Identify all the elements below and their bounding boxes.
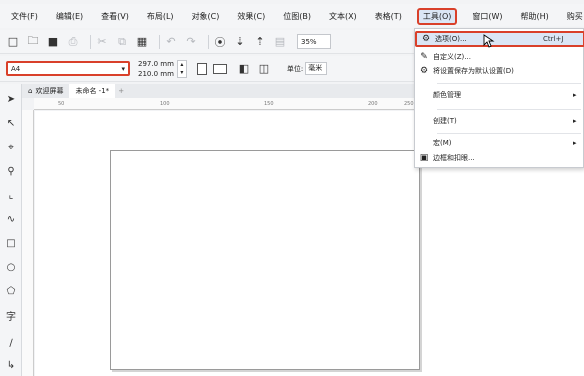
document-page[interactable] bbox=[110, 150, 420, 370]
menu-item-border-grommet[interactable]: ▣ 边框和扣眼... bbox=[415, 150, 584, 166]
publish-pdf-icon[interactable]: ▤ bbox=[273, 35, 287, 49]
chevron-right-icon: ▸ bbox=[573, 139, 577, 147]
menu-bitmaps[interactable]: 位图(B) bbox=[280, 9, 314, 24]
menu-bar: 文件(F) 编辑(E) 查看(V) 布局(L) 对象(C) 效果(C) 位图(B… bbox=[0, 4, 584, 28]
border-grommet-icon: ▣ bbox=[419, 153, 429, 163]
redo-icon[interactable]: ↷ bbox=[184, 35, 198, 49]
menu-item-save-defaults[interactable]: ⚙ 将设置保存为默认设置(D) bbox=[415, 63, 584, 79]
ruler-tick: 250 bbox=[404, 101, 414, 107]
search-content-icon[interactable]: ⦿ bbox=[213, 35, 227, 49]
ruler-tick: 200 bbox=[368, 101, 378, 107]
menu-effects[interactable]: 效果(C) bbox=[234, 9, 268, 24]
all-pages-icon[interactable]: ◧ bbox=[237, 62, 251, 76]
mouse-cursor-icon bbox=[483, 34, 495, 48]
portrait-icon[interactable] bbox=[196, 62, 207, 75]
toolbar-divider bbox=[208, 34, 209, 49]
artistic-media-icon[interactable]: ∿ bbox=[4, 212, 18, 226]
ruler-tick: 100 bbox=[160, 101, 170, 107]
menu-item-create[interactable]: 创建(T) ▸ bbox=[415, 113, 584, 129]
shape-tool-icon[interactable]: ↖ bbox=[4, 116, 18, 130]
menu-table[interactable]: 表格(T) bbox=[372, 9, 405, 24]
menu-item-label: 宏(M) bbox=[433, 139, 452, 147]
paste-icon[interactable]: ▦ bbox=[135, 35, 149, 49]
landscape-icon[interactable] bbox=[212, 63, 227, 74]
text-tool-icon[interactable]: 字 bbox=[4, 308, 18, 323]
add-tab-icon[interactable]: + bbox=[115, 87, 127, 95]
menu-item-label: 自定义(Z)... bbox=[433, 53, 471, 61]
menu-help[interactable]: 帮助(H) bbox=[518, 9, 552, 24]
ellipse-tool-icon[interactable]: ○ bbox=[4, 260, 18, 274]
export-icon[interactable]: ⇡ bbox=[253, 35, 267, 49]
paper-size-select[interactable]: A4 ▾ bbox=[6, 61, 130, 76]
gear-icon: ⚙ bbox=[421, 34, 431, 44]
menu-item-label: 将设置保存为默认设置(D) bbox=[433, 67, 514, 75]
parallel-dimension-icon[interactable]: ∕ bbox=[4, 336, 18, 350]
chevron-right-icon: ▸ bbox=[573, 91, 577, 99]
chevron-down-icon: ▾ bbox=[121, 64, 125, 73]
menu-file[interactable]: 文件(F) bbox=[8, 9, 41, 24]
dimension-spinner[interactable]: ▴ ▾ bbox=[176, 59, 187, 78]
zoom-tool-icon[interactable]: ⚲ bbox=[4, 164, 18, 178]
ruler-tick: 150 bbox=[264, 101, 274, 107]
paper-size-value: A4 bbox=[11, 64, 21, 73]
app-window: 文件(F) 编辑(E) 查看(V) 布局(L) 对象(C) 效果(C) 位图(B… bbox=[0, 0, 584, 376]
page-width-field[interactable]: 297.0 mm bbox=[138, 59, 174, 69]
menu-object[interactable]: 对象(C) bbox=[189, 9, 223, 24]
unit-label: 单位: bbox=[286, 64, 304, 73]
connector-tool-icon[interactable]: ↳ bbox=[4, 358, 18, 372]
page-height-field[interactable]: 210.0 mm bbox=[138, 69, 174, 79]
menu-edit[interactable]: 编辑(E) bbox=[53, 9, 86, 24]
toolbar-divider bbox=[90, 34, 91, 49]
menu-item-label: 创建(T) bbox=[433, 117, 457, 125]
ruler-tick: 50 bbox=[58, 101, 65, 107]
copy-icon[interactable]: ⧉ bbox=[115, 35, 129, 49]
menu-text[interactable]: 文本(X) bbox=[326, 9, 360, 24]
print-icon[interactable]: ⎙ bbox=[66, 35, 80, 49]
settings-save-icon: ⚙ bbox=[419, 66, 429, 76]
menu-divider bbox=[437, 83, 581, 84]
home-icon: ⌂ bbox=[28, 87, 33, 95]
shortcut-label: Ctrl+J bbox=[543, 35, 564, 43]
customize-icon: ✎ bbox=[420, 52, 428, 62]
menu-window[interactable]: 窗口(W) bbox=[469, 9, 505, 24]
menu-layout[interactable]: 布局(L) bbox=[144, 9, 177, 24]
tab-label: 欢迎屏幕 bbox=[35, 87, 64, 95]
menu-divider bbox=[437, 109, 581, 110]
menu-divider bbox=[437, 133, 581, 134]
import-icon[interactable]: ⇣ bbox=[233, 35, 247, 49]
toolbar-divider bbox=[159, 34, 160, 49]
menu-item-options[interactable]: ⚙ 选项(O)... Ctrl+J bbox=[415, 31, 584, 47]
new-document-icon[interactable]: □ bbox=[6, 35, 20, 49]
tools-menu-dropdown: ⚙ 选项(O)... Ctrl+J ✎ 自定义(Z)... ⚙ 将设置保存为默认… bbox=[414, 28, 584, 168]
rectangle-tool-icon[interactable]: □ bbox=[4, 236, 18, 250]
tab-label: 未命名 -1* bbox=[75, 87, 110, 95]
zoom-level-field[interactable]: 35% bbox=[297, 34, 331, 49]
tab-untitled[interactable]: 未命名 -1* bbox=[69, 84, 116, 98]
menu-item-macros[interactable]: 宏(M) ▸ bbox=[415, 135, 584, 151]
toolbox: ➤ ↖ ⌖ ⚲ ⌞ ∿ □ ○ ⬠ 字 ∕ ↳ bbox=[0, 84, 22, 376]
page-dimensions: 297.0 mm 210.0 mm bbox=[138, 59, 174, 79]
menu-tools[interactable]: 工具(O) bbox=[416, 7, 458, 25]
polygon-tool-icon[interactable]: ⬠ bbox=[4, 284, 18, 298]
undo-icon[interactable]: ↶ bbox=[164, 35, 178, 49]
save-icon[interactable]: ■ bbox=[46, 35, 60, 49]
menu-view[interactable]: 查看(V) bbox=[98, 9, 132, 24]
menu-item-label: 颜色管理 bbox=[433, 91, 461, 99]
current-page-icon[interactable]: ◫ bbox=[257, 62, 271, 76]
chevron-right-icon: ▸ bbox=[573, 117, 577, 125]
unit-select[interactable]: 毫米 bbox=[305, 62, 328, 75]
open-folder-icon[interactable]: 🗀 bbox=[26, 34, 40, 49]
crop-tool-icon[interactable]: ⌖ bbox=[4, 140, 18, 154]
freehand-tool-icon[interactable]: ⌞ bbox=[4, 188, 18, 202]
menu-item-color-management[interactable]: 颜色管理 ▸ bbox=[415, 87, 584, 103]
pick-tool-icon[interactable]: ➤ bbox=[4, 92, 18, 106]
menu-buy[interactable]: 购买 bbox=[564, 9, 584, 24]
menu-item-label: 边框和扣眼... bbox=[433, 154, 475, 162]
cut-icon[interactable]: ✂ bbox=[95, 35, 109, 49]
vertical-ruler[interactable] bbox=[22, 110, 34, 376]
tab-welcome[interactable]: ⌂ 欢迎屏幕 bbox=[22, 84, 69, 98]
